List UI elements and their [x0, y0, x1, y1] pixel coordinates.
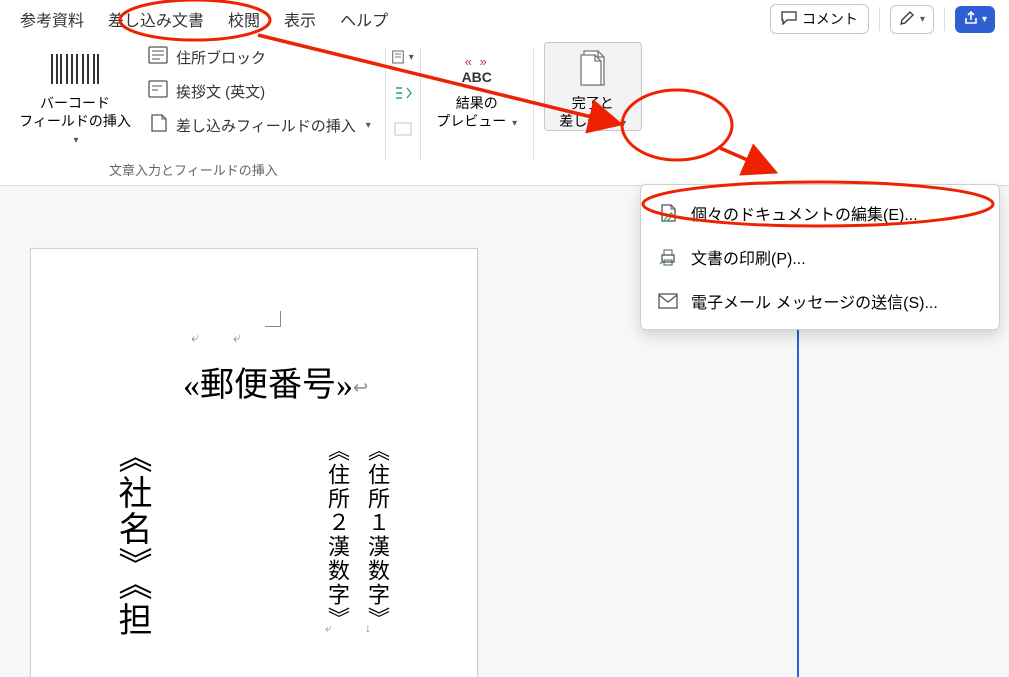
divider: [879, 7, 880, 31]
ribbon-group-finish: 完了と 差し込み ▾: [534, 42, 652, 185]
tab-help[interactable]: ヘルプ: [328, 0, 400, 39]
menu-label: 個々のドキュメントの編集(E)...: [691, 201, 918, 225]
field-insert-list: 住所ブロック 挨拶文 (英文) 差し込みフィールドの挿入 ▾: [144, 42, 375, 138]
greeting-line-button[interactable]: 挨拶文 (英文): [144, 78, 375, 104]
address2-field: 《住所２漢数字》: [321, 439, 353, 631]
tab-references[interactable]: 参考資料: [8, 0, 96, 39]
address-block-label: 住所ブロック: [176, 47, 266, 68]
greeting-label: 挨拶文 (英文): [176, 81, 265, 102]
insert-merge-field-label: 差し込みフィールドの挿入: [176, 115, 356, 136]
chevron-down-icon: ▾: [366, 120, 371, 131]
paragraph-mark: ⤶: [233, 329, 241, 346]
crop-mark: [265, 311, 281, 327]
chevron-down-icon: ▾: [920, 14, 925, 25]
ribbon-group-tools: ▾: [386, 42, 420, 185]
divider: [944, 7, 945, 31]
ribbon: バーコード フィールドの挿入 ▾ 住所ブロック 挨拶文 (英文): [0, 38, 1009, 186]
share-button[interactable]: ▾: [955, 6, 995, 33]
merge-field-icon: [148, 114, 168, 136]
chevron-down-icon: ▾: [621, 118, 626, 129]
rules-button[interactable]: ▾: [392, 46, 414, 68]
chevron-down-icon: ▾: [512, 118, 517, 129]
ribbon-group-preview: « » ABC 結果の プレビュー ▾: [421, 42, 533, 185]
comment-label: コメント: [802, 9, 858, 29]
mail-icon: [657, 290, 679, 312]
preview-results-icon: « » ABC: [462, 47, 492, 91]
company-person-field: 《社名》《担: [107, 439, 156, 638]
barcode-icon: [50, 47, 100, 91]
ribbon-group-label-fields: 文章入力とフィールドの挿入: [109, 156, 278, 185]
menu-label: 文書の印刷(P)...: [691, 245, 806, 269]
newline-mark: ⤶: [325, 621, 332, 636]
barcode-label: バーコード フィールドの挿入 ▾: [17, 95, 133, 148]
match-fields-button[interactable]: [392, 82, 414, 104]
tab-bar: 参考資料 差し込み文書 校閲 表示 ヘルプ コメント ▾ ▾: [0, 0, 1009, 38]
pen-mode-button[interactable]: ▾: [890, 5, 934, 34]
menu-send-email[interactable]: 電子メール メッセージの送信(S)...: [641, 279, 999, 323]
chevron-down-icon: ▾: [73, 135, 78, 146]
ribbon-group-fields: バーコード フィールドの挿入 ▾ 住所ブロック 挨拶文 (英文): [2, 42, 385, 185]
barcode-field-button[interactable]: バーコード フィールドの挿入 ▾: [12, 42, 138, 149]
tab-review[interactable]: 校閲: [216, 0, 272, 39]
insert-merge-field-button[interactable]: 差し込みフィールドの挿入 ▾: [144, 112, 375, 138]
printer-icon: [657, 246, 679, 268]
newline-mark: ↓: [365, 621, 371, 635]
update-labels-button: [392, 118, 414, 140]
finish-merge-dropdown: 個々のドキュメントの編集(E)... 文書の印刷(P)... 電子メール メッセ…: [640, 184, 1000, 330]
greeting-icon: [148, 80, 168, 102]
tab-view[interactable]: 表示: [272, 0, 328, 39]
comment-button[interactable]: コメント: [770, 4, 869, 34]
document-edit-icon: [657, 202, 679, 224]
address-block-button[interactable]: 住所ブロック: [144, 44, 375, 70]
menu-edit-individual-documents[interactable]: 個々のドキュメントの編集(E)...: [641, 191, 999, 235]
tab-mailings[interactable]: 差し込み文書: [96, 0, 216, 39]
menu-print-documents[interactable]: 文書の印刷(P)...: [641, 235, 999, 279]
menu-label: 電子メール メッセージの送信(S)...: [691, 289, 938, 313]
share-icon: [963, 10, 979, 29]
paragraph-mark: ⤶: [191, 329, 199, 346]
finish-and-merge-button[interactable]: 完了と 差し込み ▾: [544, 42, 642, 131]
address-block-icon: [148, 46, 168, 68]
finish-merge-label: 完了と 差し込み ▾: [559, 95, 626, 130]
comment-icon: [781, 11, 797, 28]
chevron-down-icon: ▾: [409, 52, 414, 63]
document-page: ⤶ ⤶ «郵便番号»↩ 《住所１漢数字》 ↓ 《住所２漢数字》 ⤶ 《社名》《担: [30, 248, 478, 677]
preview-results-label: 結果の プレビュー ▾: [436, 95, 517, 130]
pencil-icon: [899, 10, 915, 29]
preview-results-button[interactable]: « » ABC 結果の プレビュー ▾: [431, 42, 523, 131]
finish-merge-icon: [577, 47, 609, 91]
postal-code-field: «郵便番号»↩: [183, 357, 368, 406]
chevron-down-icon: ▾: [982, 14, 987, 25]
address1-field: 《住所１漢数字》: [361, 439, 393, 631]
